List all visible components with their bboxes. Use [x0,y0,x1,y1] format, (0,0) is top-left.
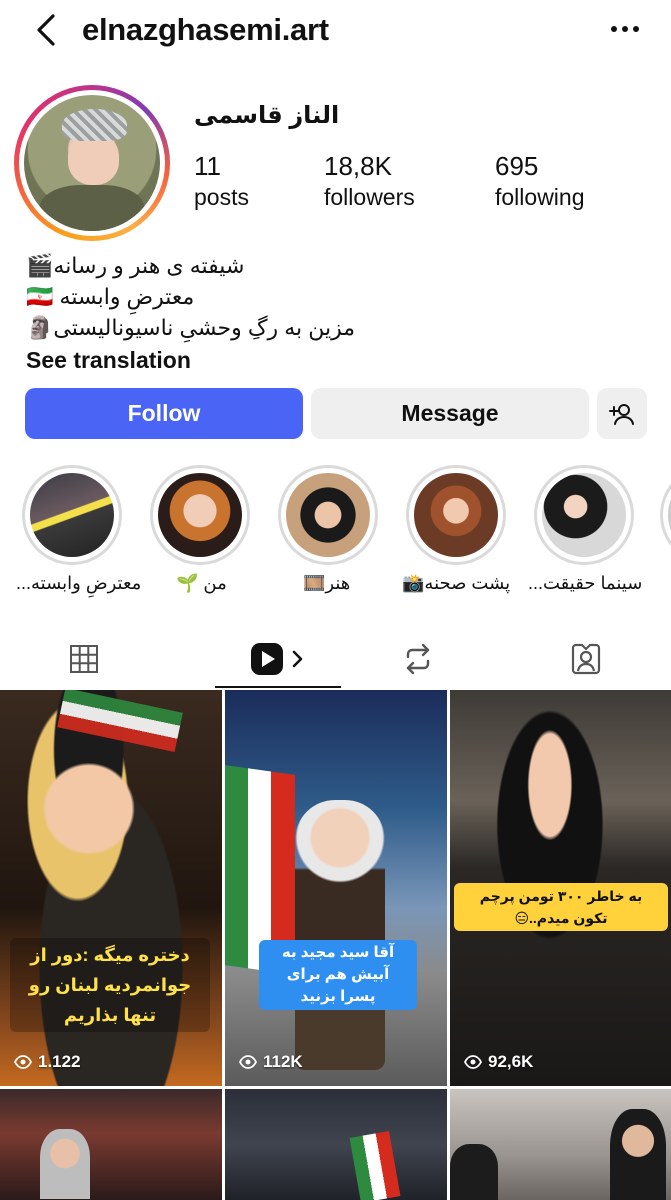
followers-label: followers [324,184,415,210]
tagged-icon [571,643,601,675]
profile-tabs [0,630,671,688]
add-person-icon [609,403,634,425]
more-options-button[interactable] [605,14,645,44]
reel-tile[interactable] [225,1089,447,1200]
view-count: 92,6K [488,1052,534,1071]
reel-tile[interactable]: آقا سید مجید به آبیش هم برای پسرا بزنید … [225,690,447,1086]
highlight-item[interactable] [150,465,250,565]
highlight-label: سینما حقیقت... [528,573,643,593]
followers-count: 18,8K [324,151,392,181]
posts-label: posts [194,184,249,210]
view-count: 112K [263,1052,303,1071]
reel-views: 1.122 [14,1052,81,1072]
stat-following[interactable]: 695 following [495,150,585,212]
profile-avatar[interactable] [14,85,170,241]
profile-bio: شیفته ی هنر و رسانه🎬 معترضِ وابسته 🇮🇷 مز… [26,250,355,376]
bio-line: مزین به رگِ وحشیِ ناسیونالیستی🗿 [26,315,356,340]
suggest-users-button[interactable] [597,388,647,439]
highlight-label: پشت صحنه📸 [402,573,511,593]
reel-tile[interactable] [450,1089,671,1200]
highlight-label: هنر🎞️ [303,573,351,593]
posts-count: 11 [194,151,221,181]
tab-reposts[interactable] [362,630,474,688]
profile-username: elnazghasemi.art [82,12,329,47]
display-name: الناز قاسمی [194,102,340,129]
tab-reels[interactable] [215,630,341,688]
back-button[interactable] [28,12,64,48]
tab-grid[interactable] [28,630,140,688]
following-label: following [495,184,585,210]
reel-tile[interactable]: دختره میگه :دور از جوانمردیه لبنان رو تن… [0,690,222,1086]
reel-caption: به خاطر ۳۰۰ تومن پرچم تکون میدم..😑 [454,883,668,931]
highlight-cover [414,473,498,557]
reels-icon [251,643,303,675]
story-highlights: معترضِ وابسته... من 🌱 هنر🎞️ پشت صحنه📸 سی… [0,465,671,605]
highlight-cover [30,473,114,557]
reel-tile[interactable] [0,1089,222,1200]
eye-icon [464,1055,482,1069]
reel-tile[interactable]: به خاطر ۳۰۰ تومن پرچم تکون میدم..😑 92,6K [450,690,671,1086]
following-count: 695 [495,151,539,181]
eye-icon [14,1055,32,1069]
chevron-left-icon [37,14,55,46]
view-count: 1.122 [38,1052,81,1071]
bio-line: شیفته ی هنر و رسانه🎬 [26,253,245,278]
highlight-label: معترضِ وابسته... [16,573,142,593]
highlight-item[interactable] [406,465,506,565]
reel-views: 112K [239,1052,303,1072]
highlight-item-partial[interactable] [660,465,671,565]
stat-followers[interactable]: 18,8K followers [324,150,415,212]
highlight-cover [542,473,626,557]
see-translation-link[interactable]: See translation [26,345,355,376]
grid-icon [70,645,98,673]
highlight-cover [158,473,242,557]
highlight-item[interactable] [278,465,378,565]
highlight-label: من 🌱 [176,573,227,593]
follow-button[interactable]: Follow [25,388,303,439]
top-bar: elnazghasemi.art [0,0,671,62]
highlight-cover [286,473,370,557]
message-button[interactable]: Message [311,388,589,439]
reel-views: 92,6K [464,1052,533,1072]
repost-icon [406,643,430,675]
reel-caption: دختره میگه :دور از جوانمردیه لبنان رو تن… [10,938,210,1032]
stat-posts[interactable]: 11 posts [194,150,249,212]
highlight-item[interactable] [534,465,634,565]
eye-icon [239,1055,257,1069]
active-tab-indicator [215,686,341,688]
ellipsis-icon [611,26,639,32]
tab-tagged[interactable] [530,630,642,688]
avatar-photo [24,95,160,231]
bio-line: معترضِ وابسته 🇮🇷 [26,284,195,309]
highlight-item[interactable] [22,465,122,565]
reel-caption: آقا سید مجید به آبیش هم برای پسرا بزنید [259,940,417,1010]
